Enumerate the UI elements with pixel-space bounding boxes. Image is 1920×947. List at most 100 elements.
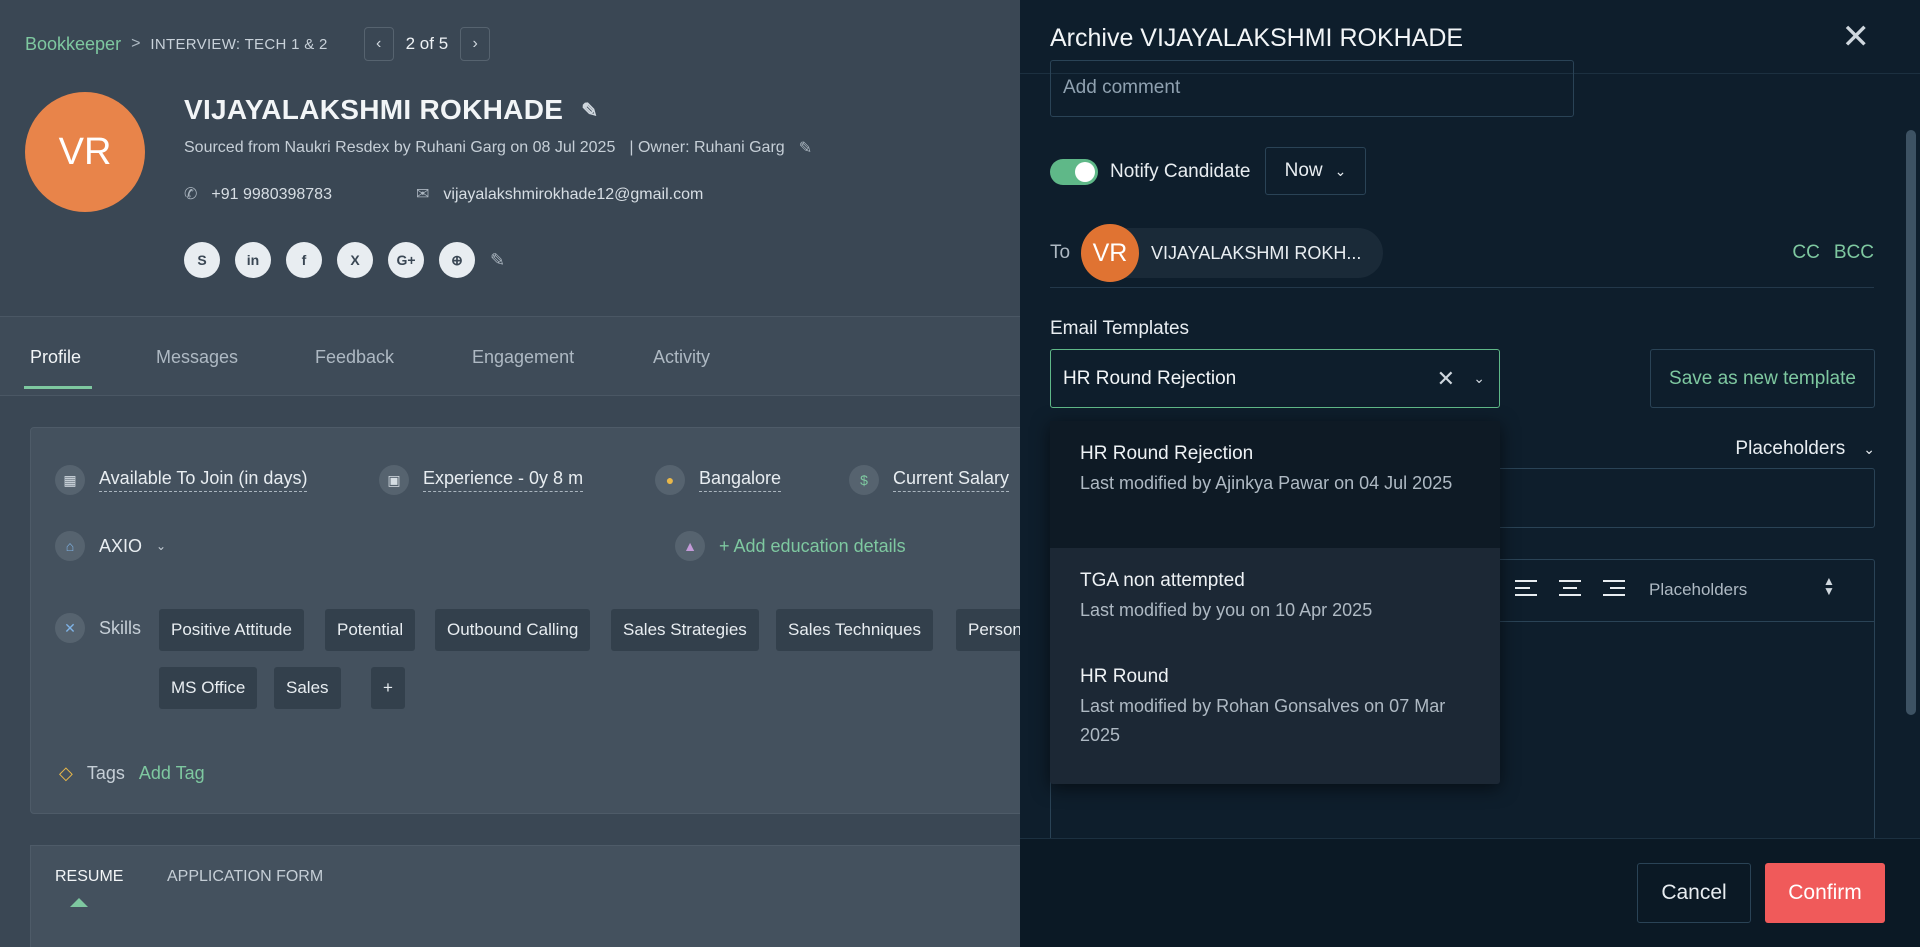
skill-chip[interactable]: Sales Strategies [611,609,759,651]
facebook-icon[interactable]: f [286,242,322,278]
calendar-icon: ▦ [55,465,85,495]
google-plus-icon[interactable]: G+ [388,242,424,278]
salary-value[interactable]: Current Salary [893,468,1010,492]
to-row: To VR VIJAYALAKSHMI ROKH... CC BCC [1050,222,1874,288]
edit-socials-pencil-icon[interactable]: ✎ [490,250,505,271]
close-icon[interactable]: ✕ [1842,20,1871,54]
skill-chip[interactable]: Positive Attitude [159,609,304,651]
selected-template: HR Round Rejection [1063,367,1237,389]
skill-chip[interactable]: Potential [325,609,416,651]
tab-application-form[interactable]: APPLICATION FORM [167,868,323,886]
candidate-profile-page: Bookkeeper > INTERVIEW: TECH 1 & 2 ‹ 2 o… [0,0,1020,947]
tab-feedback[interactable]: Feedback [315,347,394,368]
editor-placeholders-select[interactable]: Placeholders [1649,580,1747,600]
tab-messages[interactable]: Messages [156,347,238,368]
candidate-name-row: VIJAYALAKSHMI ROKHADE ✎ [184,94,598,126]
add-education-link[interactable]: + Add education details [719,536,906,557]
notify-when-value: Now [1284,160,1323,181]
website-globe-icon[interactable]: ⊕ [439,242,475,278]
notify-candidate-toggle[interactable] [1050,159,1098,185]
skill-chip[interactable]: Sales [274,667,341,709]
panel-footer: Cancel Confirm [1020,838,1920,947]
email-templates-label: Email Templates [1050,318,1190,339]
available-to-join[interactable]: Available To Join (in days) [99,468,308,492]
template-option-subtitle: Last modified by Rohan Gonsalves on 07 M… [1080,696,1446,745]
save-as-new-template-button[interactable]: Save as new template [1650,349,1875,408]
tab-profile[interactable]: Profile [30,347,81,368]
template-option-title: TGA non attempted [1080,570,1245,591]
profile-details-card: ▦ Available To Join (in days) ▣ Experien… [30,427,1020,814]
confirm-button[interactable]: Confirm [1765,863,1885,923]
experience-value[interactable]: Experience - 0y 8 m [423,468,584,492]
owner-text: | Owner: Ruhani Garg [629,139,785,156]
candidate-email[interactable]: vijayalakshmirokhade12@gmail.com [443,186,703,203]
location-field: ● Bangalore [655,465,782,495]
phone-icon: ✆ [184,186,198,203]
add-skill-button[interactable]: + [371,667,405,709]
experience-field: ▣ Experience - 0y 8 m [379,465,584,495]
align-left-icon[interactable] [1515,580,1537,601]
chevron-down-icon[interactable]: ⌄ [1473,370,1485,387]
company-field: ⌂ AXIO ⌄ [55,531,166,561]
tags-label: Tags [86,763,125,783]
tab-activity[interactable]: Activity [653,347,710,368]
company-value[interactable]: AXIO [99,536,142,557]
active-resume-tab-caret-icon [70,898,88,907]
prev-candidate-button[interactable]: ‹ [363,27,394,61]
tab-engagement[interactable]: Engagement [472,347,574,368]
template-option[interactable]: TGA non attempted Last modified by you o… [1050,548,1500,644]
comment-input[interactable]: Add comment [1050,60,1574,117]
breadcrumb-bookkeeper-link[interactable]: Bookkeeper [25,34,121,55]
align-right-icon[interactable] [1603,580,1625,601]
template-option[interactable]: HR Round Rejection Last modified by Ajin… [1050,421,1500,548]
align-center-icon[interactable] [1559,580,1581,601]
skype-icon[interactable]: S [184,242,220,278]
graduation-cap-icon: ▲ [675,531,705,561]
tab-resume[interactable]: RESUME [55,868,123,886]
subject-placeholders-dropdown[interactable]: Placeholders ⌄ [1735,438,1875,460]
edit-owner-pencil-icon[interactable]: ✎ [799,138,812,158]
panel-title: Archive VIJAYALAKSHMI ROKHADE [1050,24,1464,52]
skills-label-row: ✕ Skills [55,613,141,643]
cancel-button[interactable]: Cancel [1637,863,1751,923]
notify-when-select[interactable]: Now ⌄ [1265,147,1366,195]
breadcrumb-separator: > [131,35,141,52]
linkedin-icon[interactable]: in [235,242,271,278]
social-links: S in f X G+ ⊕ ✎ [184,242,505,278]
building-icon: ⌂ [55,531,85,561]
skill-chip[interactable]: Outbound Calling [435,609,591,651]
education-field: ▲ + Add education details [675,531,906,561]
template-option[interactable]: HR Round Last modified by Rohan Gonsalve… [1050,644,1500,771]
skill-chip[interactable]: Sales Techniques [776,609,933,651]
recipient-avatar: VR [1081,224,1139,282]
tags-row: ◇ Tags Add Tag [59,763,205,784]
bcc-link[interactable]: BCC [1834,242,1874,264]
profile-tabs: Profile Messages Feedback Engagement Act… [0,316,1020,396]
chevron-right-icon: › [472,35,478,52]
panel-scrollbar[interactable] [1906,130,1916,715]
skill-chip[interactable]: Person [956,609,1020,651]
cc-bcc-links: CC BCC [1792,242,1874,264]
pager-count: 2 of 5 [405,34,449,53]
chevron-down-icon: ⌄ [1334,162,1347,179]
clear-icon[interactable]: ✕ [1437,366,1455,392]
x-twitter-icon[interactable]: X [337,242,373,278]
email-template-select[interactable]: HR Round Rejection ✕ ⌄ [1050,349,1500,408]
sourced-info: Sourced from Naukri Resdex by Ruhani Gar… [184,138,812,158]
resume-section: RESUME APPLICATION FORM [30,845,1020,947]
edit-name-pencil-icon[interactable]: ✎ [581,98,598,123]
chevron-down-icon[interactable]: ⌄ [156,539,166,553]
recipient-chip[interactable]: VR VIJAYALAKSHMI ROKH... [1081,224,1383,282]
cc-link[interactable]: CC [1792,242,1819,264]
candidate-name: VIJAYALAKSHMI ROKHADE [184,94,564,125]
sourced-text: Sourced from Naukri Resdex by Ruhani Gar… [184,139,616,156]
next-candidate-button[interactable]: › [460,27,491,61]
skill-chip[interactable]: MS Office [159,667,258,709]
add-tag-link[interactable]: Add Tag [139,763,205,784]
skills-label: Skills [99,617,142,638]
tag-icon: ◇ [59,763,73,783]
candidate-phone[interactable]: +91 9980398783 [211,186,332,203]
plus-icon: + [383,678,393,697]
location-value[interactable]: Bangalore [699,468,782,492]
candidate-pager: ‹ 2 of 5 › [363,27,491,61]
